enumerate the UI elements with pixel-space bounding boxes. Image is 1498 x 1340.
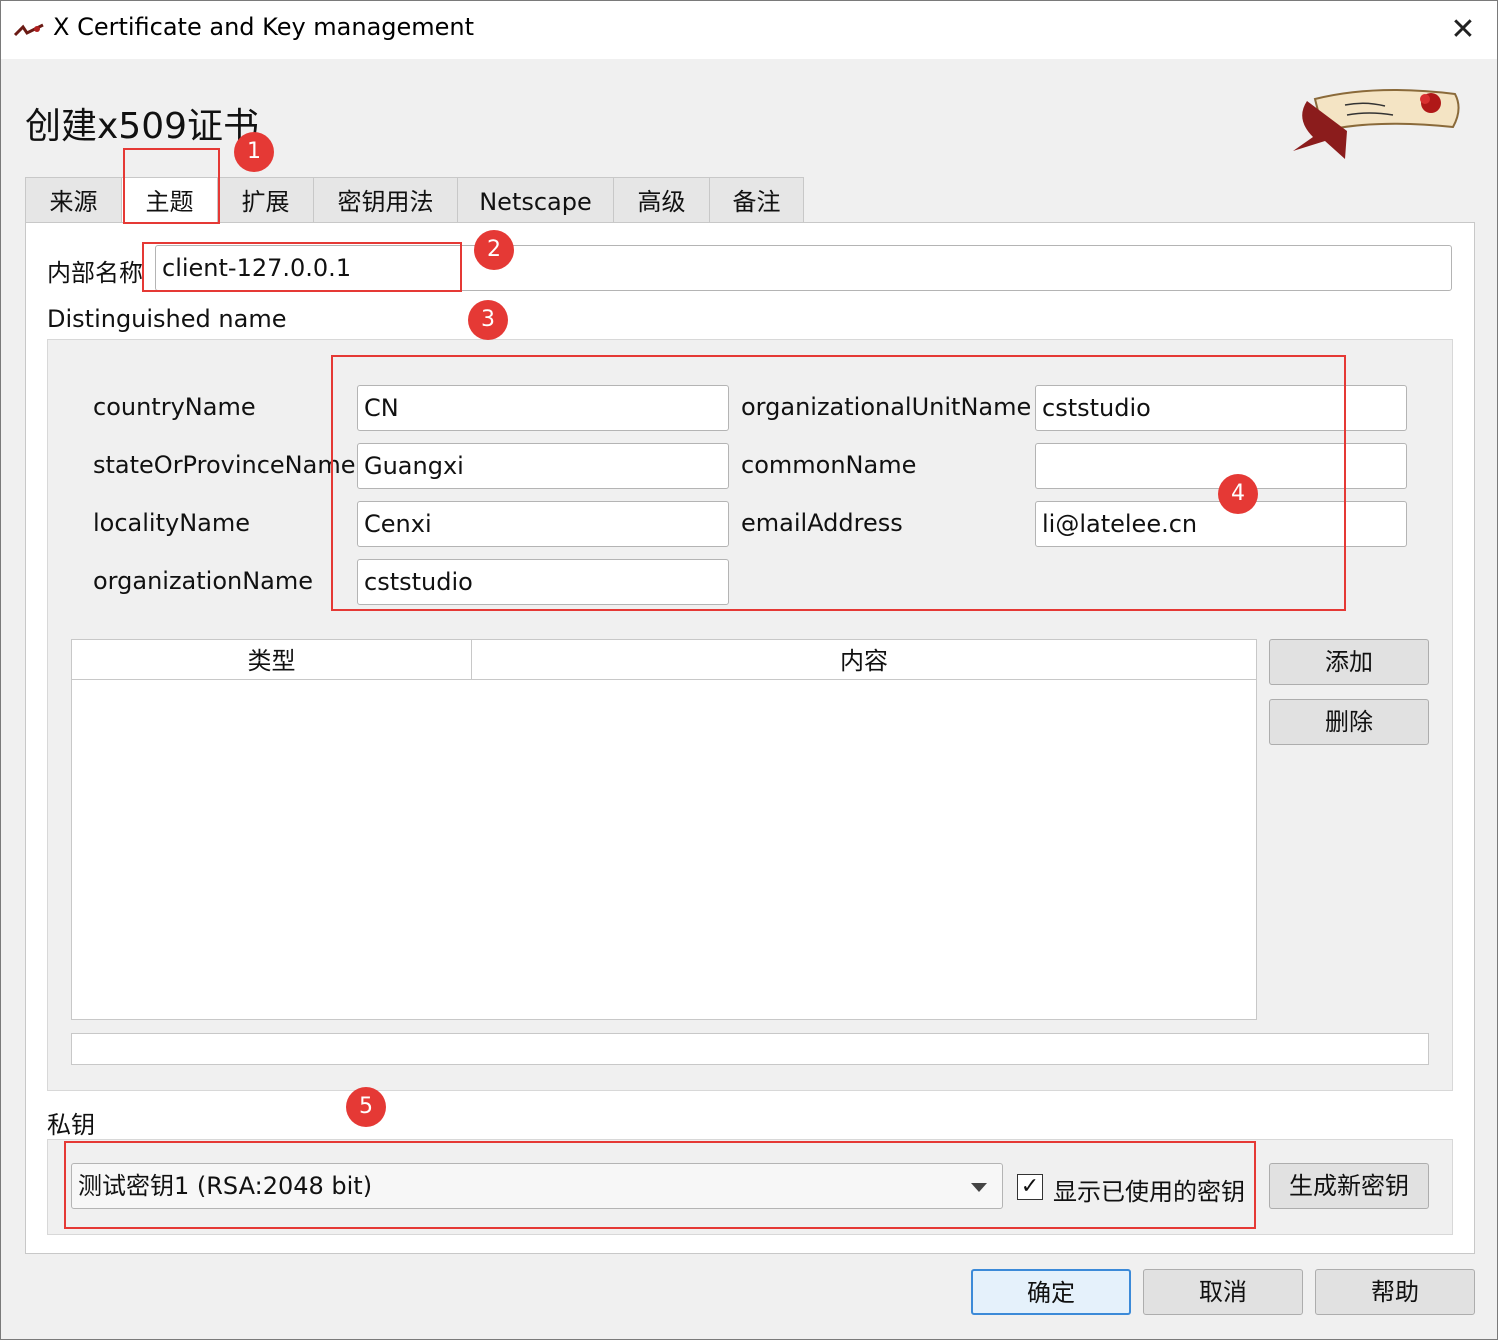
annotation-box-5: [64, 1141, 1256, 1229]
window-title: X Certificate and Key management: [53, 13, 475, 41]
title-bar: X Certificate and Key management ✕: [1, 1, 1497, 59]
close-icon[interactable]: ✕: [1443, 11, 1483, 51]
annotation-box-1: [123, 148, 220, 224]
tab-source[interactable]: 来源: [25, 177, 122, 223]
state-name-label: stateOrProvinceName: [93, 451, 356, 479]
tab-advanced[interactable]: 高级: [613, 177, 710, 223]
dn-entries-table[interactable]: 类型 内容: [71, 639, 1257, 1020]
horizontal-scrollbar[interactable]: [71, 1033, 1429, 1065]
annotation-badge-1: 1: [234, 132, 274, 172]
delete-button[interactable]: 删除: [1269, 699, 1429, 745]
scroll-logo-icon: [1293, 89, 1460, 159]
annotation-badge-4: 4: [1218, 474, 1258, 514]
country-name-label: countryName: [93, 393, 256, 421]
organization-name-label: organizationName: [93, 567, 314, 595]
add-button[interactable]: 添加: [1269, 639, 1429, 685]
annotation-badge-2: 2: [474, 230, 514, 270]
table-header-content[interactable]: 内容: [472, 640, 1256, 680]
annotation-box-4: [331, 355, 1346, 611]
table-header-type[interactable]: 类型: [72, 640, 472, 680]
internal-name-label: 内部名称: [47, 259, 143, 287]
dialog-window: X Certificate and Key management ✕ 创建x50…: [0, 0, 1498, 1340]
ok-button[interactable]: 确定: [971, 1269, 1131, 1315]
cancel-button[interactable]: 取消: [1143, 1269, 1303, 1315]
annotation-badge-5: 5: [346, 1087, 386, 1127]
locality-name-label: localityName: [93, 509, 251, 537]
private-key-label: 私钥: [47, 1111, 95, 1139]
generate-key-button[interactable]: 生成新密钥: [1269, 1163, 1429, 1209]
tab-netscape[interactable]: Netscape: [457, 177, 614, 223]
distinguished-name-label: Distinguished name: [47, 305, 287, 333]
help-button[interactable]: 帮助: [1315, 1269, 1475, 1315]
tab-comment[interactable]: 备注: [709, 177, 804, 223]
page-title: 创建x509证书: [25, 106, 260, 147]
annotation-badge-3: 3: [468, 300, 508, 340]
annotation-box-2: [142, 242, 462, 292]
tab-key-usage[interactable]: 密钥用法: [313, 177, 458, 223]
tab-extensions[interactable]: 扩展: [217, 177, 314, 223]
app-icon: [13, 23, 44, 37]
